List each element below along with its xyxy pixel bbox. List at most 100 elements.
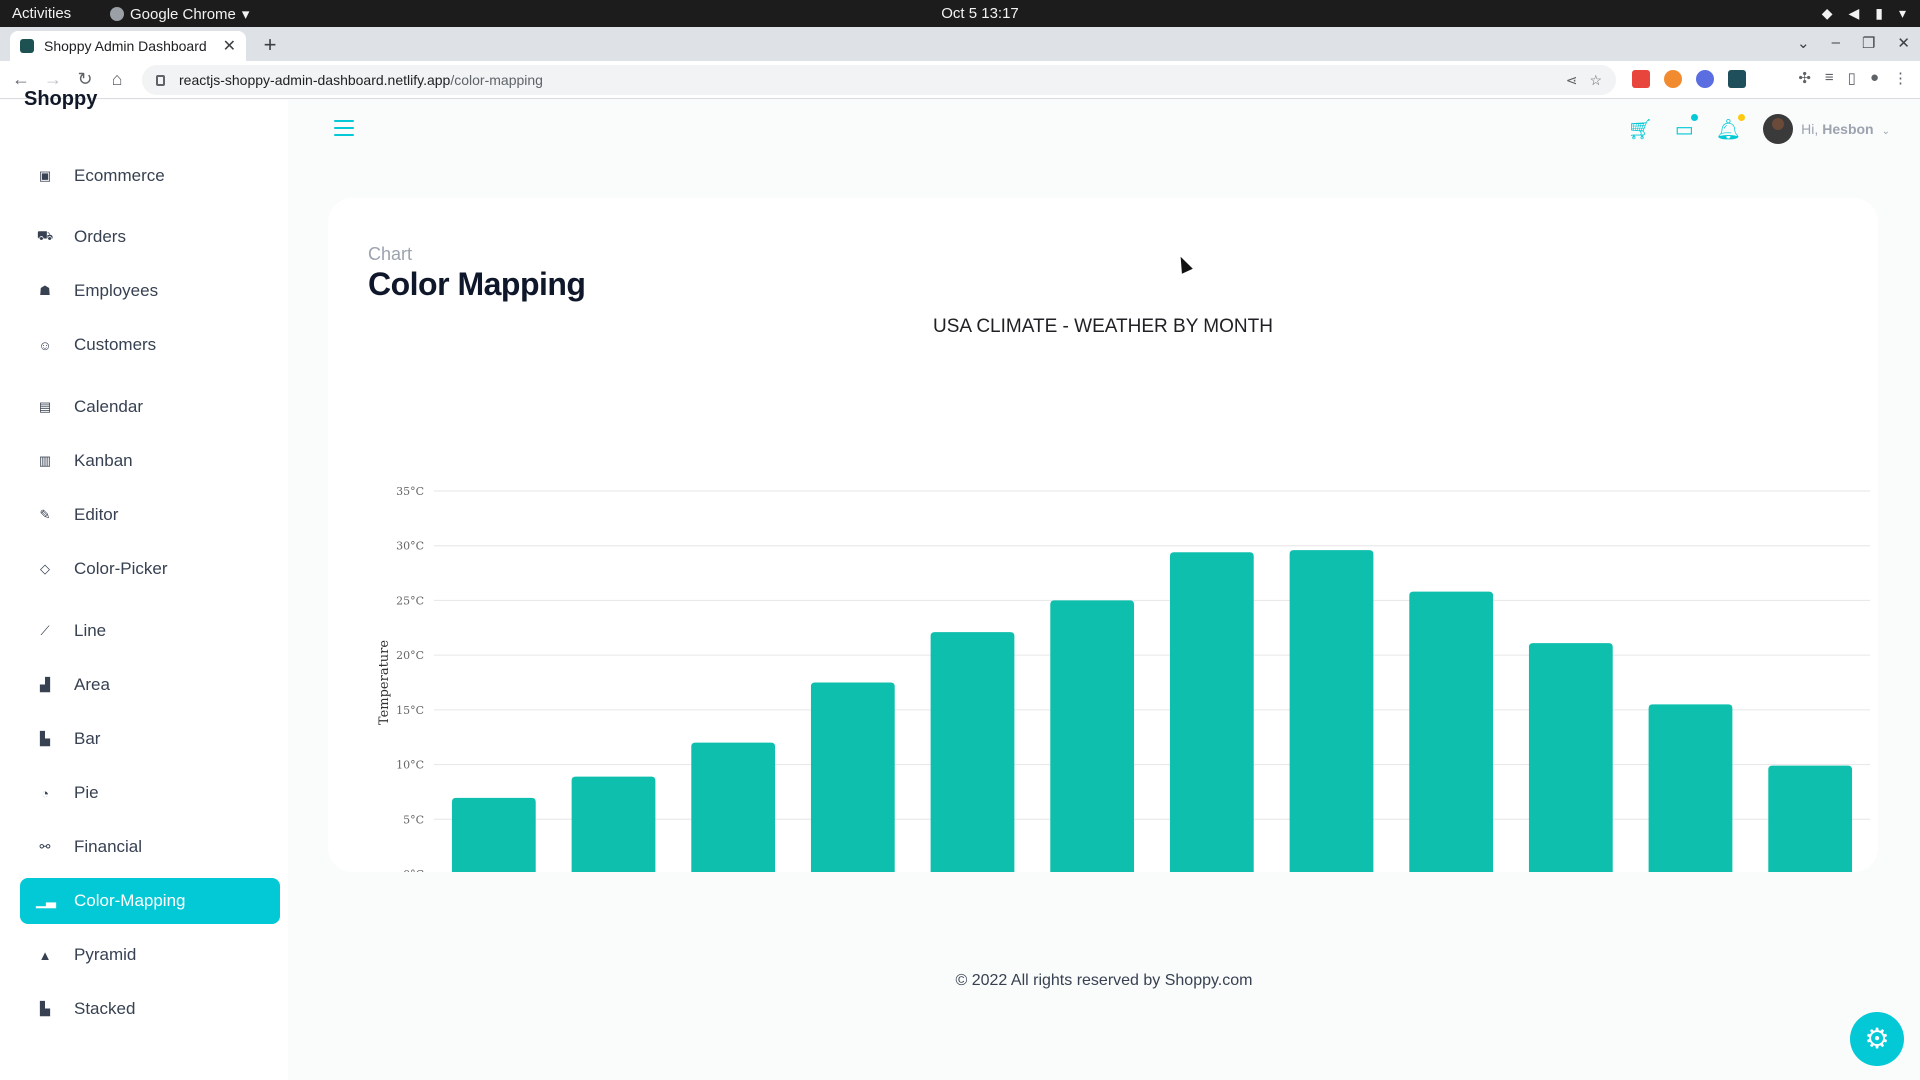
y-axis-title: Temperature	[377, 640, 392, 725]
volume-icon: ◀	[1848, 5, 1860, 21]
chart-bar[interactable]	[1409, 591, 1494, 872]
sidebar-item-pie[interactable]: ◔ Pie	[20, 770, 280, 816]
profile-icon[interactable]: ●	[1870, 69, 1879, 87]
stacked-chart-icon: ▙	[40, 1001, 50, 1016]
address-bar[interactable]: reactjs-shoppy-admin-dashboard.netlify.a…	[142, 65, 1616, 95]
url-host: reactjs-shoppy-admin-dashboard.netlify.a…	[179, 72, 451, 88]
activities-button[interactable]: Activities	[12, 5, 71, 22]
chrome-icon	[110, 7, 124, 21]
sidebar-item-label: Color-Picker	[74, 559, 168, 578]
extension-icon[interactable]	[1696, 70, 1714, 88]
sidebar-item-employees[interactable]: ☗ Employees	[20, 268, 280, 314]
brand-logo[interactable]: Shoppy	[24, 88, 97, 111]
line-chart-icon: ⟋	[40, 623, 50, 638]
tab-strip: Shoppy Admin Dashboard ✕ + ⌄ – ❐ ✕	[0, 27, 1920, 61]
power-icon: ▾	[1898, 5, 1906, 21]
favicon-icon	[20, 39, 34, 53]
extension-icon[interactable]	[1632, 70, 1650, 88]
app-menu[interactable]: Google Chrome ▾	[110, 5, 249, 23]
window-controls: ⌄ – ❐ ✕	[1797, 34, 1910, 52]
sidebar-item-label: Ecommerce	[74, 166, 165, 185]
sidebar-item-line[interactable]: ⟋ Line	[20, 608, 280, 654]
sidebar-item-customers[interactable]: ☺ Customers	[20, 322, 280, 368]
sidebar-item-stacked[interactable]: ▙ Stacked	[20, 986, 280, 1032]
y-tick-label: 20°C	[396, 649, 424, 662]
url-path: /color-mapping	[450, 72, 543, 88]
pie-chart-icon: ◔	[41, 785, 49, 801]
sidebar-item-orders[interactable]: ⛟ Orders	[20, 214, 280, 260]
settings-button[interactable]: ⚙	[1850, 1012, 1904, 1066]
chart-bar[interactable]	[810, 682, 895, 873]
forward-icon[interactable]: →	[42, 69, 64, 90]
star-icon[interactable]: ☆	[1589, 72, 1602, 89]
sidebar-item-label: Editor	[74, 505, 119, 524]
chart-bar[interactable]	[571, 776, 656, 872]
sidebar-item-pyramid[interactable]: ▲ Pyramid	[20, 932, 280, 978]
chart-bar[interactable]	[1169, 552, 1254, 872]
new-tab-button[interactable]: +	[256, 33, 284, 59]
system-tray[interactable]: ◆ ◀ ▮ ▾	[1822, 5, 1906, 22]
cart-icon: ⛟	[36, 228, 54, 243]
home-icon[interactable]: ⌂	[106, 69, 128, 90]
people-icon: ☗	[39, 283, 51, 298]
sidebar-item-label: Orders	[74, 227, 126, 246]
close-window-icon[interactable]: ✕	[1897, 34, 1910, 52]
tab-search-icon[interactable]: ⌄	[1797, 34, 1810, 52]
battery-icon: ▮	[1875, 5, 1883, 21]
sidebar-item-label: Financial	[74, 837, 143, 856]
y-tick-label: 35°C	[396, 485, 424, 498]
sidebar-item-ecommerce[interactable]: ▣ Ecommerce	[20, 153, 280, 199]
sidebar-item-calendar[interactable]: ▤ Calendar	[20, 384, 280, 430]
side-panel-icon[interactable]: ▯	[1848, 69, 1856, 87]
color-mapping-chart[interactable]: 0°C5°C10°C15°C20°C25°C30°C35°CJanFebMarA…	[328, 98, 1878, 872]
footer-text: © 2022 All rights reserved by Shoppy.com	[955, 972, 1253, 989]
chart-bar[interactable]	[1528, 643, 1613, 872]
chart-bar[interactable]	[1768, 765, 1853, 872]
browser-tab[interactable]: Shoppy Admin Dashboard ✕	[10, 31, 246, 61]
toolbar-right-icons: ✣ ≡ ▯ ● ⋮	[1798, 69, 1908, 87]
sidebar-item-label: Calendar	[74, 397, 143, 416]
sidebar-item-label: Pyramid	[74, 945, 137, 964]
sidebar-item-color-mapping[interactable]: ▁▃ Color-Mapping	[20, 878, 280, 924]
sidebar-item-label: Area	[74, 675, 110, 694]
lock-icon	[156, 74, 165, 86]
bag-icon: ▣	[38, 168, 52, 183]
y-tick-label: 5°C	[403, 813, 424, 826]
chart-bar[interactable]	[1648, 704, 1733, 872]
sidebar-item-area[interactable]: ▟ Area	[20, 662, 280, 708]
chart-bar[interactable]	[451, 797, 536, 872]
bar-chart-icon: ▙	[40, 731, 50, 746]
close-icon[interactable]: ✕	[223, 36, 236, 56]
media-icon[interactable]: ≡	[1825, 69, 1834, 87]
app-name: Google Chrome	[130, 5, 236, 23]
extension-icon[interactable]	[1728, 70, 1746, 88]
color-mapping-icon: ▁▃	[36, 893, 56, 908]
sidebar: Shoppy ▣ Ecommerce ⛟ Orders ☗ Employees ☺ Cu…	[0, 88, 288, 1080]
sidebar-item-kanban[interactable]: ▥ Kanban	[20, 438, 280, 484]
puzzle-icon[interactable]: ✣	[1798, 69, 1811, 87]
kebab-menu-icon[interactable]: ⋮	[1893, 69, 1908, 87]
chart-bar[interactable]	[930, 632, 1015, 872]
back-icon[interactable]: ←	[10, 69, 32, 90]
chart-bar[interactable]	[1050, 600, 1135, 872]
chevron-down-icon: ▾	[241, 6, 250, 23]
chart-bar[interactable]	[1289, 550, 1374, 872]
chart-bar[interactable]	[691, 742, 776, 872]
sidebar-item-label: Pie	[74, 783, 99, 802]
sidebar-item-label: Employees	[74, 281, 159, 300]
browser-toolbar: ← → ↻ ⌂ reactjs-shoppy-admin-dashboard.n…	[0, 61, 1920, 99]
tab-title: Shoppy Admin Dashboard	[44, 38, 207, 54]
share-icon[interactable]: ⋖	[1566, 72, 1578, 89]
clock[interactable]: Oct 5 13:17	[920, 5, 1040, 22]
y-tick-label: 25°C	[396, 594, 424, 607]
minimize-icon[interactable]: –	[1832, 34, 1840, 52]
sidebar-item-editor[interactable]: ✎ Editor	[20, 492, 280, 538]
reload-icon[interactable]: ↻	[74, 69, 96, 90]
extension-icon[interactable]	[1664, 70, 1682, 88]
sidebar-item-financial[interactable]: ⚯ Financial	[20, 824, 280, 870]
sidebar-item-color-picker[interactable]: ◇ Color-Picker	[20, 546, 280, 592]
sidebar-item-bar[interactable]: ▙ Bar	[20, 716, 280, 762]
y-tick-label: 10°C	[396, 759, 424, 772]
maximize-icon[interactable]: ❐	[1862, 34, 1875, 52]
sidebar-item-label: Line	[74, 621, 107, 640]
